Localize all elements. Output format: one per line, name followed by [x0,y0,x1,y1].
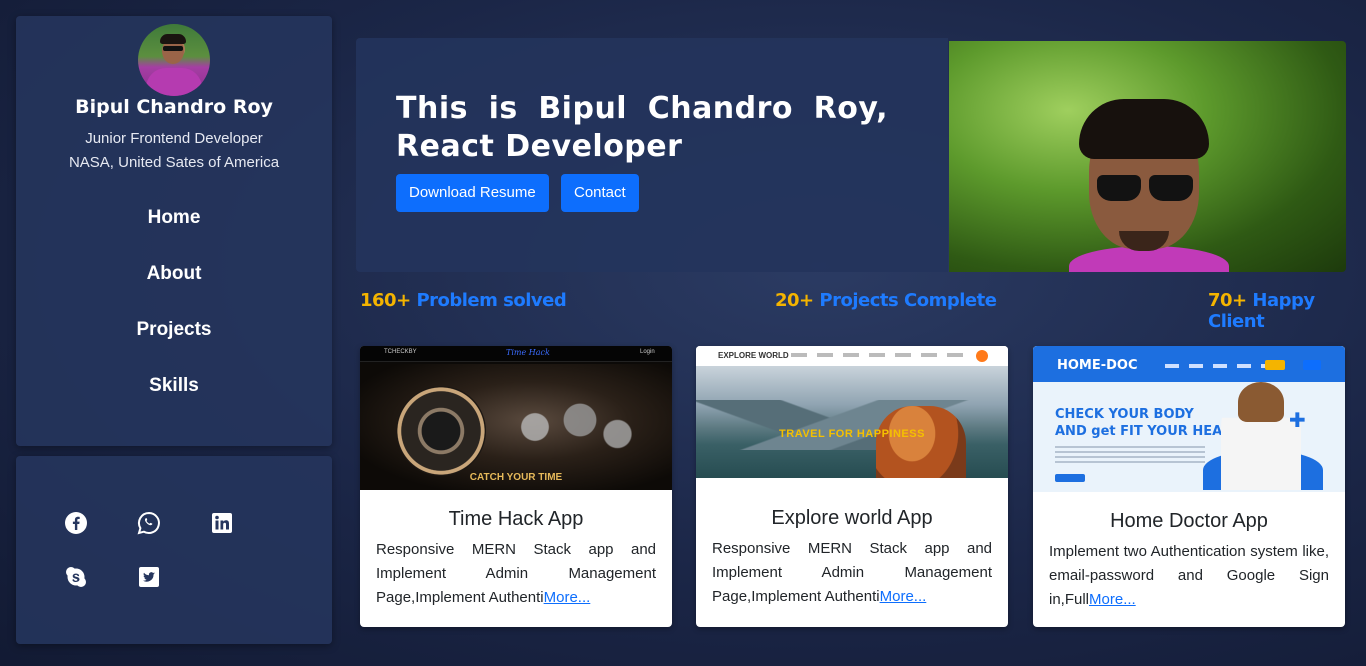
project-description: Implement two Authentication system like… [1049,543,1329,608]
download-resume-button[interactable]: Download Resume [396,174,549,212]
stat-clients: 70+ Happy Client [1208,290,1366,332]
nav-item-skills[interactable]: Skills [16,358,332,414]
contact-button[interactable]: Contact [561,174,639,212]
stat-label: Projects Complete [819,290,997,311]
stat-number: 160+ [360,290,411,311]
profile-card: Bipul Chandro Roy Junior Frontend Develo… [16,16,332,446]
thumb-logo: TCHECKBY [384,349,417,355]
project-thumbnail: EXPLORE WORLD TRAVEL FOR HAPPINESS [696,346,1008,478]
hero-banner: This is Bipul Chandro Roy, React Develop… [356,38,948,272]
thumb-brand: EXPLORE WORLD [718,351,789,360]
stat-label: Problem solved [416,290,567,311]
stat-number: 70+ [1208,290,1247,311]
project-title: Home Doctor App [1110,510,1268,532]
thumb-brand: HOME-DOC [1057,358,1138,373]
social-card [16,456,332,644]
project-description: Responsive MERN Stack app and Implement … [376,541,656,606]
twitter-icon[interactable] [137,565,161,589]
profile-location: NASA, United Sates of America [68,154,280,171]
whatsapp-icon[interactable] [137,511,161,535]
project-title: Explore world App [771,507,933,529]
thumb-tagline: TRAVEL FOR HAPPINESS [779,428,925,440]
skype-icon[interactable] [64,565,88,589]
more-link[interactable]: More... [1089,591,1136,608]
project-card-home-doctor[interactable]: HOME-DOC CHECK YOUR BODY AND get FIT YOU… [1033,346,1345,627]
thumb-login: Login [640,349,655,355]
stat-problems: 160+ Problem solved [360,290,567,311]
nav-item-projects[interactable]: Projects [16,302,332,358]
watch-image [396,386,486,476]
profile-role: Junior Frontend Developer [85,130,263,147]
more-link[interactable]: More... [880,588,927,605]
profile-name: Bipul Chandro Roy [75,96,273,118]
thumb-tagline: CATCH YOUR TIME [469,472,563,483]
sidebar-nav: Home About Projects Skills [16,190,332,414]
project-thumbnail: TCHECKBY Time Hack Login CATCH YOUR TIME [360,346,672,490]
hero-title: This is Bipul Chandro Roy, React Develop… [396,91,888,164]
project-description: Responsive MERN Stack app and Implement … [712,540,992,605]
plus-icon: ✚ [1289,408,1306,432]
facebook-icon[interactable] [64,511,88,535]
project-title: Time Hack App [448,508,584,530]
project-card-explore-world[interactable]: EXPLORE WORLD TRAVEL FOR HAPPINESS Explo… [696,346,1008,627]
nav-item-about[interactable]: About [16,246,332,302]
avatar [138,24,210,96]
stat-number: 20+ [775,290,814,311]
thumb-headline: CHECK YOUR BODY AND get FIT YOUR HEALTH [1055,407,1249,439]
linkedin-icon[interactable] [210,511,234,535]
nav-item-home[interactable]: Home [16,190,332,246]
hero-photo [949,41,1346,272]
project-card-time-hack[interactable]: TCHECKBY Time Hack Login CATCH YOUR TIME… [360,346,672,627]
project-thumbnail: HOME-DOC CHECK YOUR BODY AND get FIT YOU… [1033,346,1345,492]
more-link[interactable]: More... [544,589,591,606]
thumb-brand: Time Hack [506,348,550,357]
stat-projects: 20+ Projects Complete [775,290,997,311]
